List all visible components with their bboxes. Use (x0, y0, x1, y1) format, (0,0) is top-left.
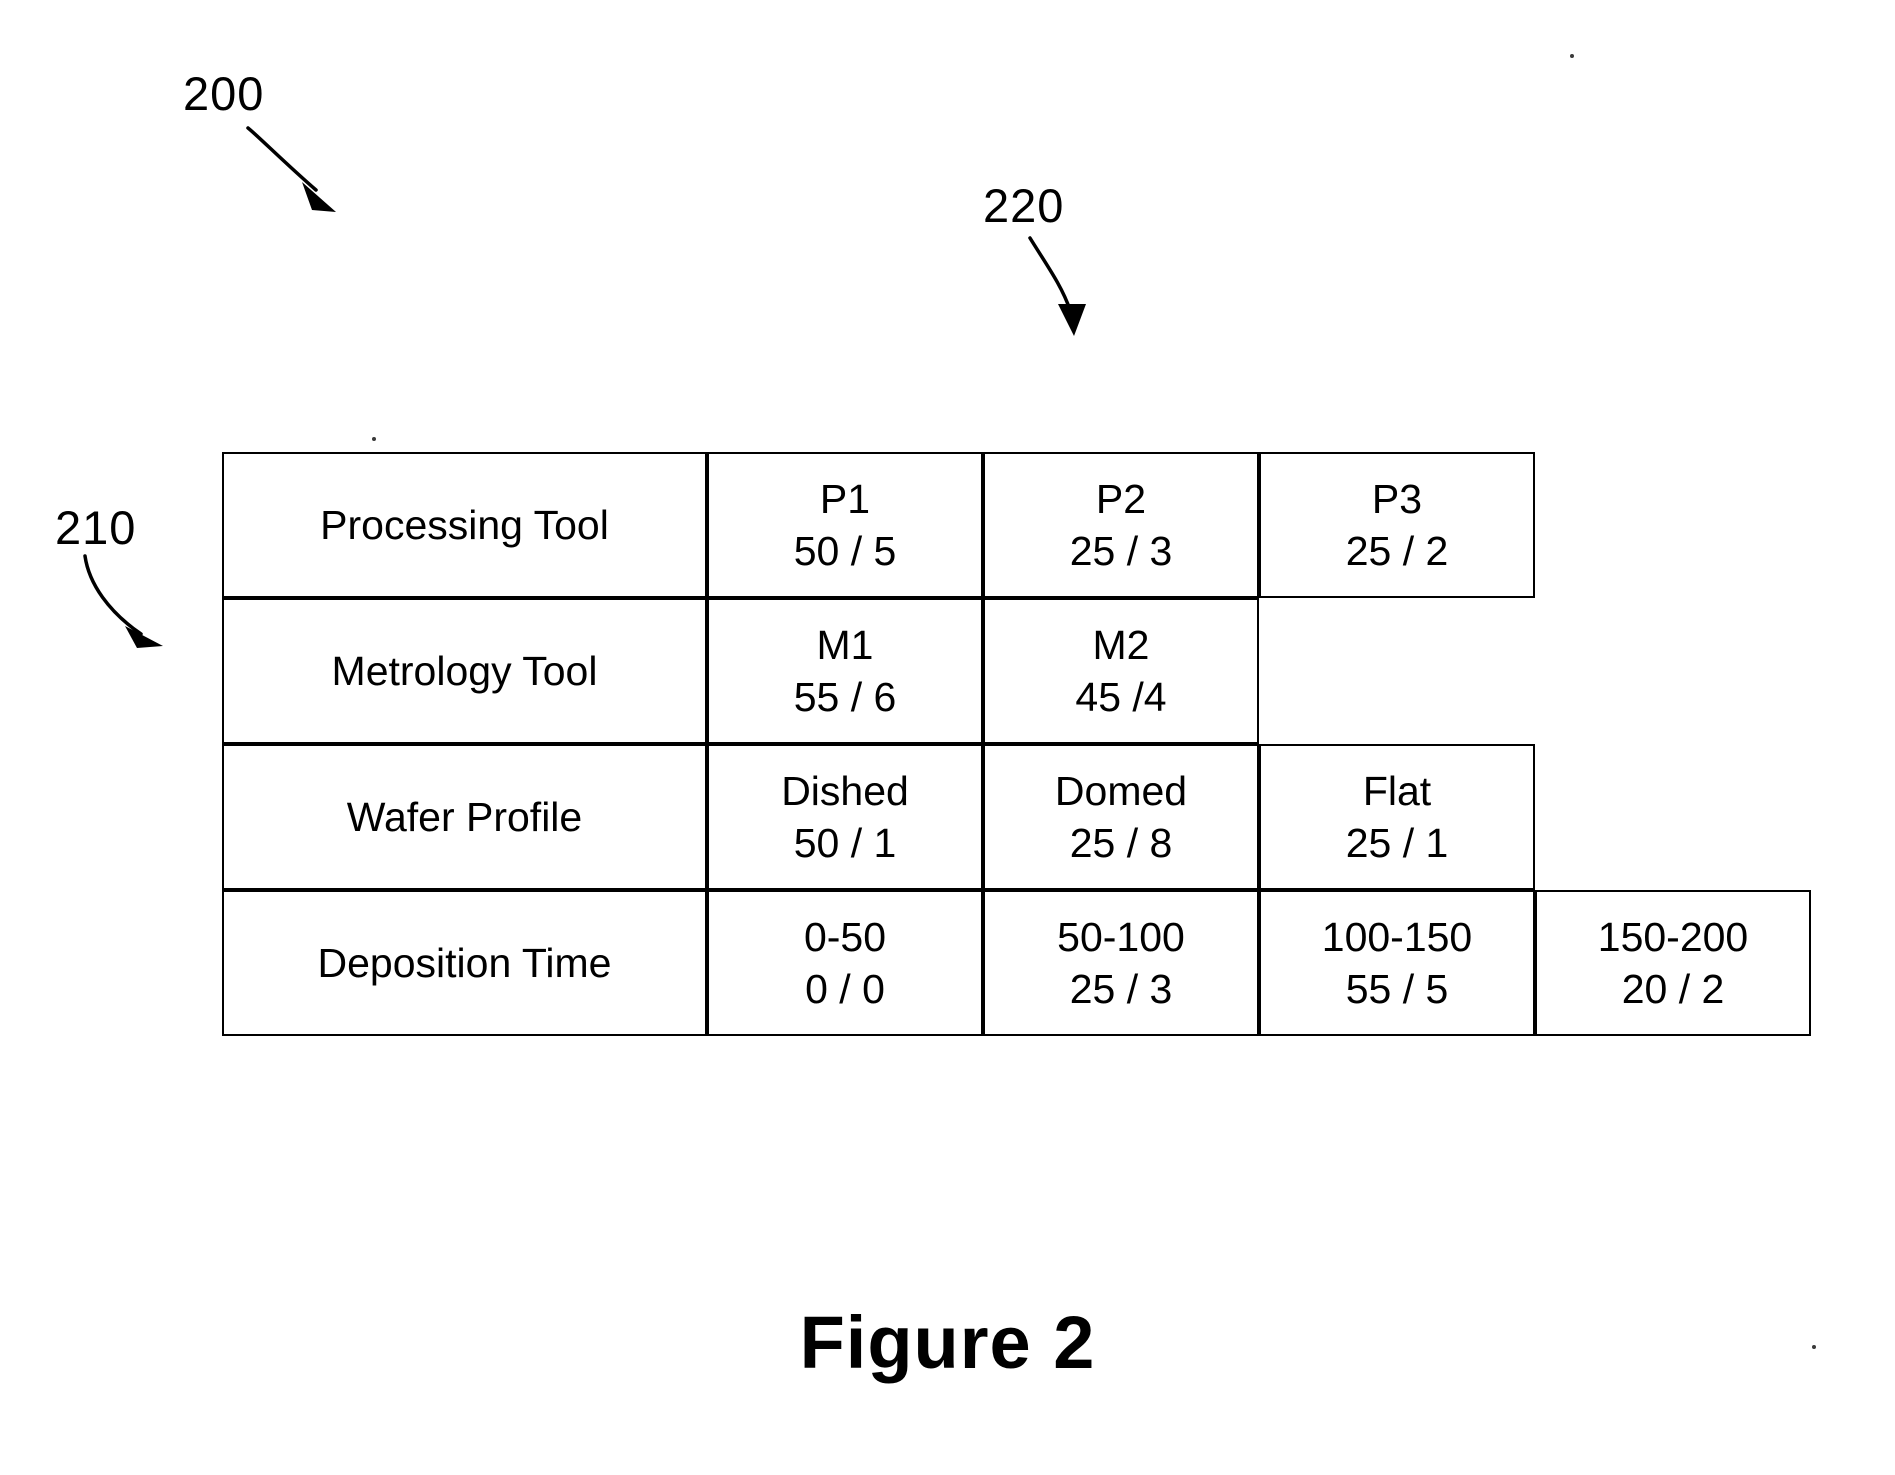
cell-title: M2 (1092, 621, 1150, 668)
cell-empty (1259, 598, 1535, 744)
reference-numeral-200: 200 (183, 67, 265, 120)
cell-title: Dished (781, 767, 909, 814)
cell-title: Flat (1362, 767, 1432, 814)
cell-title: 150-200 (1597, 913, 1749, 960)
cell-stat: 25 / 1 (1345, 820, 1449, 866)
cell-title: P2 (1095, 475, 1147, 522)
reference-numeral-220: 220 (983, 179, 1065, 232)
cell-spacer (1535, 598, 1811, 744)
cell-title: 50-100 (1057, 913, 1185, 960)
cell-processing-tool-2: P2 25 / 3 (983, 452, 1259, 598)
cell-deposition-time-1: 0-50 0 / 0 (707, 890, 983, 1036)
cell-stat: 55 / 6 (793, 674, 897, 720)
reference-numeral-210: 210 (55, 501, 137, 554)
cell-title: P1 (819, 475, 871, 522)
cell-spacer (1535, 744, 1811, 890)
classification-table-wrapper: Processing Tool P1 50 / 5 P2 25 / 3 P3 2… (222, 452, 1811, 1036)
cell-deposition-time-4: 150-200 20 / 2 (1535, 890, 1811, 1036)
cell-processing-tool-1: P1 50 / 5 (707, 452, 983, 598)
cell-wafer-profile-2: Domed 25 / 8 (983, 744, 1259, 890)
cell-stat: 25 / 2 (1345, 528, 1449, 574)
curved-down-arrow-icon (1028, 236, 1086, 336)
cell-stat: 0 / 0 (805, 966, 885, 1012)
cell-deposition-time-2: 50-100 25 / 3 (983, 890, 1259, 1036)
cell-stat: 50 / 1 (793, 820, 897, 866)
cell-metrology-tool-1: M1 55 / 6 (707, 598, 983, 744)
cell-stat: 20 / 2 (1621, 966, 1725, 1012)
cell-metrology-tool-2: M2 45 /4 (983, 598, 1259, 744)
scan-speck (1570, 54, 1574, 58)
row-label-wafer-profile: Wafer Profile (222, 744, 707, 890)
row-label-deposition-time: Deposition Time (222, 890, 707, 1036)
cell-stat: 25 / 3 (1069, 966, 1173, 1012)
row-label-processing-tool: Processing Tool (222, 452, 707, 598)
cell-title: 0-50 (803, 913, 887, 960)
figure-caption: Figure 2 (799, 1301, 1096, 1384)
cell-stat: 55 / 5 (1345, 966, 1449, 1012)
cell-title: Domed (1054, 767, 1188, 814)
diagonal-down-right-arrow-icon (246, 126, 336, 212)
table-row: Metrology Tool M1 55 / 6 M2 45 /4 (222, 598, 1811, 744)
cell-stat: 25 / 8 (1069, 820, 1173, 866)
curved-down-right-arrow-icon (83, 554, 163, 648)
table-row: Processing Tool P1 50 / 5 P2 25 / 3 P3 2… (222, 452, 1811, 598)
cell-processing-tool-3: P3 25 / 2 (1259, 452, 1535, 598)
cell-stat: 50 / 5 (793, 528, 897, 574)
table-row: Deposition Time 0-50 0 / 0 50-100 25 / 3… (222, 890, 1811, 1036)
cell-stat: 45 /4 (1075, 674, 1167, 720)
cell-title: P3 (1371, 475, 1423, 522)
cell-title: 100-150 (1321, 913, 1473, 960)
cell-title: M1 (816, 621, 874, 668)
cell-deposition-time-3: 100-150 55 / 5 (1259, 890, 1535, 1036)
classification-table: Processing Tool P1 50 / 5 P2 25 / 3 P3 2… (222, 452, 1811, 1036)
table-row: Wafer Profile Dished 50 / 1 Domed 25 / 8… (222, 744, 1811, 890)
cell-wafer-profile-1: Dished 50 / 1 (707, 744, 983, 890)
cell-stat: 25 / 3 (1069, 528, 1173, 574)
row-label-metrology-tool: Metrology Tool (222, 598, 707, 744)
cell-wafer-profile-3: Flat 25 / 1 (1259, 744, 1535, 890)
cell-spacer (1535, 452, 1811, 598)
scan-speck (372, 437, 376, 441)
figure-canvas: 200 220 210 Processing Tool P1 50 / 5 P2… (0, 0, 1895, 1475)
